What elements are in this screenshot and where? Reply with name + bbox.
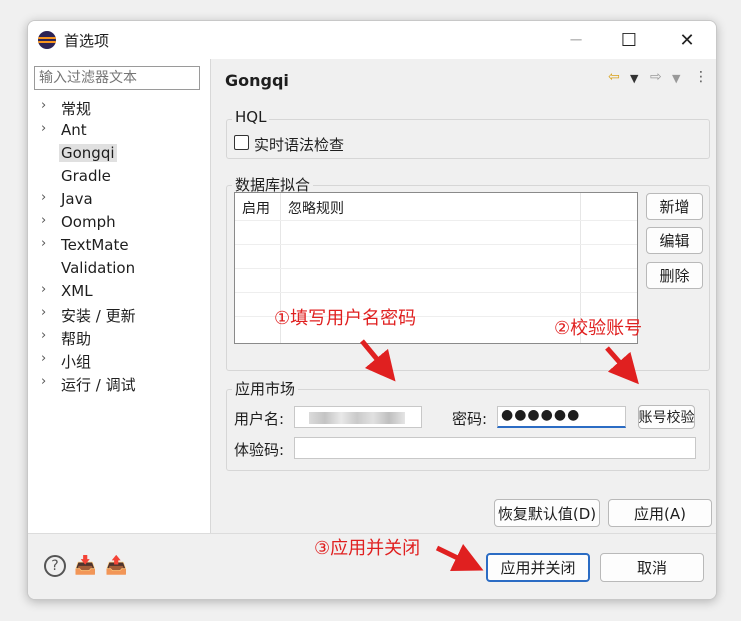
arrow-step3-icon — [435, 543, 484, 571]
arrow-step2-icon — [605, 346, 639, 385]
annotation-arrows — [360, 339, 639, 571]
arrow-step1-icon — [360, 339, 396, 382]
